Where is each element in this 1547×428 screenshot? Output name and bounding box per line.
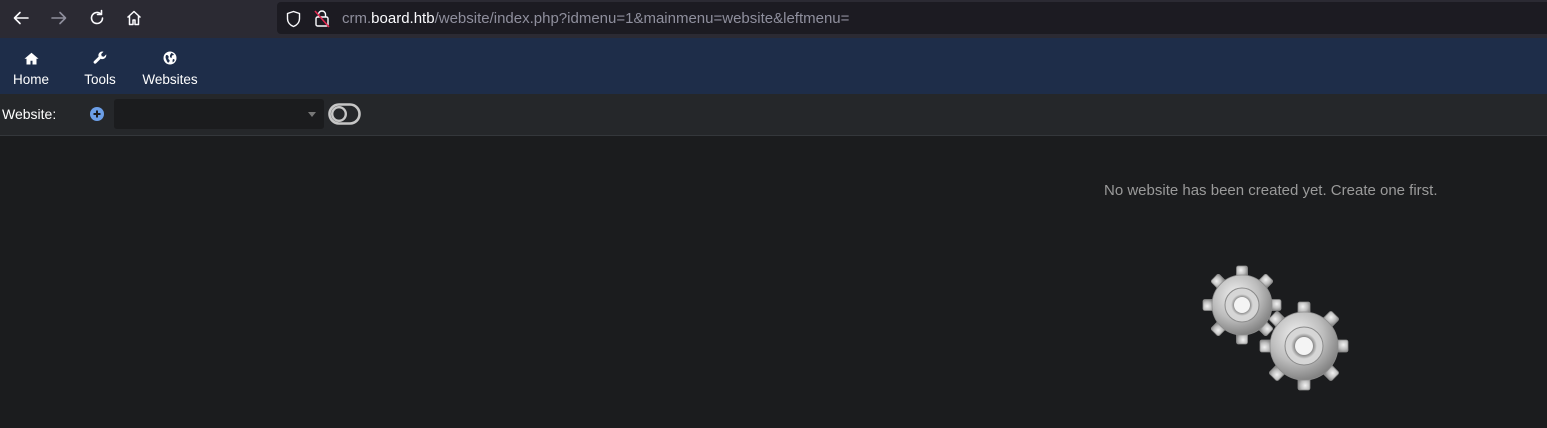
url-text[interactable]: crm.board.htb/website/index.php?idmenu=1… [342, 10, 849, 27]
website-select[interactable] [114, 99, 324, 129]
menu-item-home[interactable]: Home [8, 38, 54, 94]
home-icon [24, 51, 39, 65]
insecure-lock-icon[interactable] [314, 9, 330, 28]
home-button[interactable] [119, 4, 149, 32]
url-prefix: crm. [342, 10, 372, 27]
browser-toolbar: crm.board.htb/website/index.php?idmenu=1… [0, 0, 1547, 38]
url-bar[interactable]: crm.board.htb/website/index.php?idmenu=1… [277, 2, 1547, 34]
chevron-down-icon [308, 112, 316, 117]
arrow-right-icon [51, 11, 67, 25]
reload-button[interactable] [82, 4, 112, 32]
url-host: board.htb [371, 10, 435, 27]
url-path: /website/index.php?idmenu=1&mainmenu=web… [434, 10, 850, 27]
website-label: Website: [2, 106, 57, 122]
menu-label-tools: Tools [84, 72, 116, 87]
gears-icon [1202, 265, 1349, 391]
globe-icon [163, 51, 177, 65]
shield-icon[interactable] [285, 10, 302, 28]
plus-circle-icon[interactable] [90, 107, 104, 121]
menu-item-tools[interactable]: Tools [80, 38, 120, 94]
menu-label-websites: Websites [142, 72, 198, 87]
back-button[interactable] [6, 4, 36, 32]
forward-button[interactable] [44, 4, 74, 32]
empty-message: No website has been created yet. Create … [1104, 182, 1438, 199]
browser-home-icon [126, 10, 142, 26]
menu-label-home: Home [12, 72, 49, 87]
menu-item-websites[interactable]: Websites [140, 38, 200, 94]
top-menu: Home Tools Websites [0, 38, 1547, 94]
wrench-icon [93, 51, 107, 65]
arrow-left-icon [13, 11, 29, 25]
reload-icon [90, 9, 104, 25]
toggle-icon[interactable] [328, 103, 361, 125]
